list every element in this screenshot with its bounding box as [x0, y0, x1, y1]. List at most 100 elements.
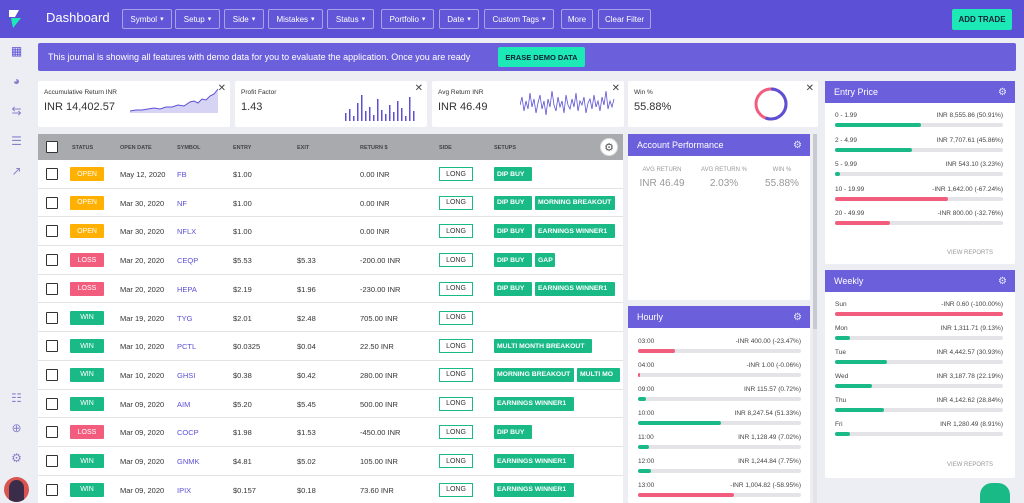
col-return-header[interactable]: RETURN $ [360, 145, 388, 151]
row-checkbox[interactable] [46, 311, 58, 324]
app-logo-icon[interactable] [9, 10, 21, 28]
col-symbol-header[interactable]: SYMBOL [177, 145, 201, 151]
setup-tag[interactable]: EARNINGS WINNER1 [535, 224, 615, 239]
entry-cell: $5.20 [233, 399, 252, 409]
setup-tag[interactable]: MULTI MONTH BREAKOUT [494, 339, 592, 354]
status-badge: OPEN [70, 224, 104, 239]
setup-tag[interactable]: GAP [535, 253, 555, 268]
col-open-date-header[interactable]: OPEN DATE [120, 145, 152, 151]
col-setups-header[interactable]: SETUPS [494, 145, 516, 151]
setup-tag[interactable]: EARNINGS WINNER1 [494, 454, 574, 468]
apps-grid-icon[interactable]: ☷ [10, 391, 23, 405]
col-entry-header[interactable]: ENTRY [233, 145, 251, 151]
filter-status-dropdown[interactable]: Status ▾ [327, 9, 374, 29]
chat-launcher-icon[interactable] [980, 483, 1010, 503]
setup-tag[interactable]: MULTI MO [577, 367, 620, 382]
filter-symbol-dropdown[interactable]: Symbol ▾ [122, 9, 172, 29]
select-all-checkbox[interactable] [46, 141, 58, 153]
setup-tag[interactable]: EARNINGS WINNER1 [494, 396, 574, 411]
setup-tag[interactable]: EARNINGS WINNER1 [494, 482, 574, 497]
symbol-link[interactable]: PCTL [177, 342, 196, 351]
view-reports-link[interactable]: VIEW REPORTS [930, 250, 1010, 256]
setup-tag[interactable]: EARNINGS WINNER1 [535, 281, 615, 296]
filter-date-dropdown[interactable]: Date ▾ [439, 9, 479, 29]
symbol-link[interactable]: CEQP [177, 256, 198, 265]
bar-label: Tue [835, 349, 846, 356]
chevron-down-icon: ▾ [207, 16, 212, 23]
setup-tag[interactable]: MORNING BREAKOUT [535, 195, 615, 210]
more-filters-button[interactable]: More [561, 9, 593, 29]
filter-custom-tags-dropdown[interactable]: Custom Tags ▾ [484, 9, 554, 29]
setup-tag[interactable]: MORNING BREAKOUT [494, 367, 574, 382]
scrollbar[interactable] [813, 134, 817, 503]
symbol-link[interactable]: NF [177, 199, 187, 208]
close-icon[interactable]: ✕ [806, 83, 814, 94]
side-badge: LONG [439, 195, 473, 210]
col-exit-header[interactable]: EXIT [297, 145, 309, 151]
filter-mistakes-dropdown[interactable]: Mistakes ▾ [268, 9, 323, 29]
row-checkbox[interactable] [46, 483, 58, 496]
setup-tag[interactable]: DIP BUY [494, 425, 532, 440]
symbol-link[interactable]: TYG [177, 314, 192, 323]
bar-label: 04:00 [638, 362, 655, 369]
symbol-link[interactable]: AIM [177, 400, 190, 409]
row-checkbox[interactable] [46, 196, 58, 209]
side-badge: LONG [439, 454, 473, 468]
filter-label: Setup [183, 14, 205, 24]
symbol-link[interactable]: NFLX [177, 227, 196, 236]
table-settings-gear-icon[interactable]: ⚙ [600, 138, 618, 156]
bar-label: 09:00 [638, 386, 655, 393]
bar-value: INR 4,442.57 (30.93%) [936, 349, 1003, 356]
row-checkbox[interactable] [46, 340, 58, 353]
symbol-link[interactable]: HEPA [177, 285, 197, 294]
clear-filter-button[interactable]: Clear Filter [598, 9, 651, 29]
gear-icon[interactable]: ⚙ [998, 276, 1007, 287]
pie-chart-icon[interactable]: ◕ [10, 74, 23, 88]
row-checkbox[interactable] [46, 225, 58, 238]
symbol-link[interactable]: COCP [177, 428, 199, 437]
scrollbar-thumb[interactable] [813, 134, 817, 329]
add-trade-button[interactable]: ADD TRADE [952, 9, 1012, 30]
setup-tag[interactable]: DIP BUY [494, 167, 532, 181]
filter-portfolio-dropdown[interactable]: Portfolio ▾ [381, 9, 434, 29]
setup-tag[interactable]: DIP BUY [494, 195, 532, 210]
symbol-link[interactable]: FB [177, 170, 187, 179]
erase-demo-data-button[interactable]: ERASE DEMO DATA [498, 47, 585, 67]
setup-tag[interactable]: DIP BUY [494, 281, 532, 296]
row-checkbox[interactable] [46, 282, 58, 295]
row-checkbox[interactable] [46, 397, 58, 410]
symbol-link[interactable]: IPIX [177, 486, 191, 495]
panel-title: Weekly [834, 276, 864, 286]
row-checkbox[interactable] [46, 426, 58, 439]
symbol-link[interactable]: GNMK [177, 457, 200, 466]
settings-gear-icon[interactable]: ⚙ [10, 451, 23, 465]
row-checkbox[interactable] [46, 254, 58, 267]
row-checkbox[interactable] [46, 455, 58, 467]
col-status-header[interactable]: STATUS [72, 145, 93, 151]
gear-icon[interactable]: ⚙ [793, 140, 802, 151]
transfer-arrows-icon[interactable]: ⇆ [10, 104, 23, 118]
gear-icon[interactable]: ⚙ [793, 312, 802, 323]
row-checkbox[interactable] [46, 368, 58, 381]
row-checkbox[interactable] [46, 168, 58, 180]
sliders-icon[interactable]: ☰ [10, 134, 23, 148]
col-side-header[interactable]: SIDE [439, 145, 452, 151]
open-date-cell: Mar 20, 2020 [120, 284, 165, 294]
symbol-link[interactable]: GHSI [177, 371, 195, 380]
status-badge: WIN [70, 310, 104, 325]
bar-value: INR 115.57 (0.72%) [744, 386, 801, 393]
widget-label: Accumulative Return INR [44, 89, 117, 96]
open-date-cell: Mar 19, 2020 [120, 313, 165, 323]
setup-tag[interactable]: DIP BUY [494, 224, 532, 239]
filter-setup-dropdown[interactable]: Setup ▾ [175, 9, 220, 29]
gear-icon[interactable]: ⚙ [998, 87, 1007, 98]
dashboard-grid-icon[interactable]: ▦ [10, 44, 23, 58]
open-date-cell: Mar 09, 2020 [120, 485, 165, 495]
add-circle-icon[interactable]: ⊕ [10, 421, 23, 435]
setup-tag[interactable]: DIP BUY [494, 253, 532, 268]
line-chart-icon[interactable]: ↗ [10, 164, 23, 178]
filter-side-dropdown[interactable]: Side ▾ [224, 9, 264, 29]
avatar[interactable] [4, 477, 29, 502]
bar-fill [638, 445, 650, 449]
view-reports-link[interactable]: VIEW REPORTS [930, 462, 1010, 468]
